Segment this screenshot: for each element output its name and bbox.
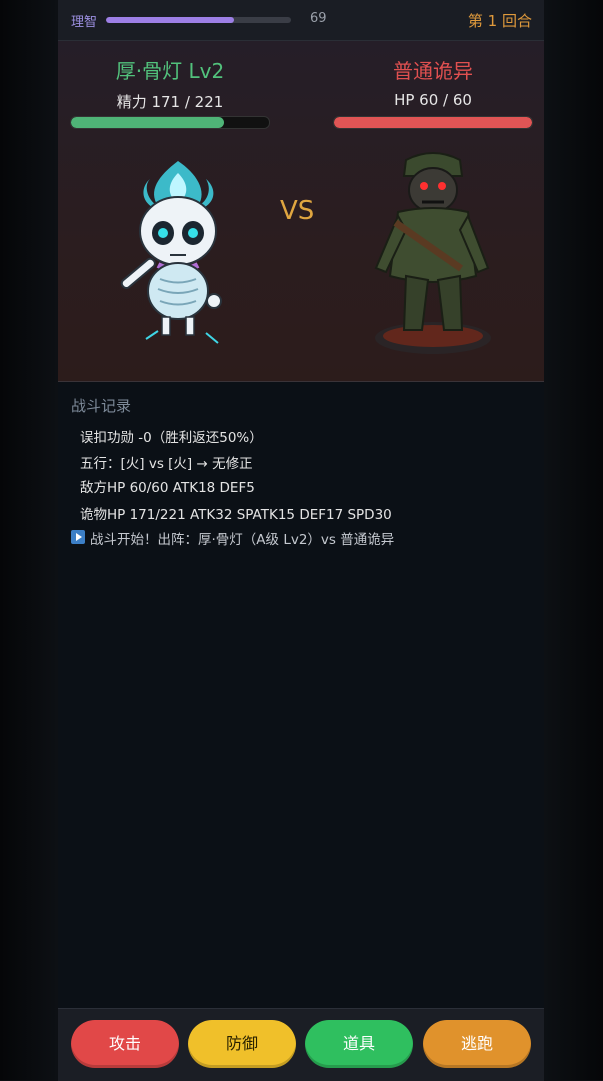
defend-button[interactable]: 防御 xyxy=(188,1020,296,1068)
player-name: 厚·骨灯 Lv2 xyxy=(115,59,225,83)
player-energy-text: 精力 171 / 221 xyxy=(116,93,224,111)
player-energy-bar xyxy=(70,116,270,129)
attack-button[interactable]: 攻击 xyxy=(71,1020,179,1068)
zombie-soldier-sprite xyxy=(374,152,491,354)
battle-log-title: 战斗记录 xyxy=(71,397,132,415)
play-icon xyxy=(71,530,85,544)
round-counter: 第 1 回合 xyxy=(467,12,532,30)
enemy-hp-fill xyxy=(334,117,532,128)
battle-screen: 理智 69 第 1 回合 厚·骨灯 Lv2 精力 171 / 221 普通诡异 … xyxy=(58,0,544,1081)
log-line: 误扣功勋 -0（胜利返还50%） xyxy=(80,430,263,446)
enemy-hp-bar xyxy=(333,116,533,129)
item-button[interactable]: 道具 xyxy=(305,1020,413,1068)
log-line: 战斗开始！出阵：厚·骨灯（A级 Lv2）vs 普通诡异 xyxy=(90,532,395,548)
left-gutter xyxy=(0,0,58,1080)
enemy-name: 普通诡异 xyxy=(393,59,473,83)
battle-panel: 厚·骨灯 Lv2 精力 171 / 221 普通诡异 HP 60 / 60 VS xyxy=(58,41,544,382)
flee-button[interactable]: 逃跑 xyxy=(423,1020,531,1068)
right-gutter xyxy=(544,0,603,1080)
sanity-bar-fill xyxy=(106,17,234,23)
top-status-bar: 理智 69 第 1 回合 xyxy=(58,0,544,41)
sanity-value: 69 xyxy=(310,11,327,26)
vs-label: VS xyxy=(280,196,315,226)
player-energy-fill xyxy=(71,117,225,128)
log-line: 敌方HP 60/60 ATK18 DEF5 xyxy=(80,480,255,496)
log-line: 五行：[火] vs [火] → 无修正 xyxy=(80,456,253,472)
action-bar: 攻击 防御 道具 逃跑 xyxy=(58,1008,544,1081)
log-line: 诡物HP 171/221 ATK32 SPATK15 DEF17 SPD30 xyxy=(80,507,392,523)
battle-log: 战斗记录 误扣功勋 -0（胜利返还50%） 五行：[火] vs [火] → 无修… xyxy=(58,382,544,1007)
sanity-label: 理智 xyxy=(71,15,98,30)
skeleton-sprite xyxy=(120,161,222,344)
enemy-hp-text: HP 60 / 60 xyxy=(394,91,472,109)
sanity-bar xyxy=(106,17,291,23)
